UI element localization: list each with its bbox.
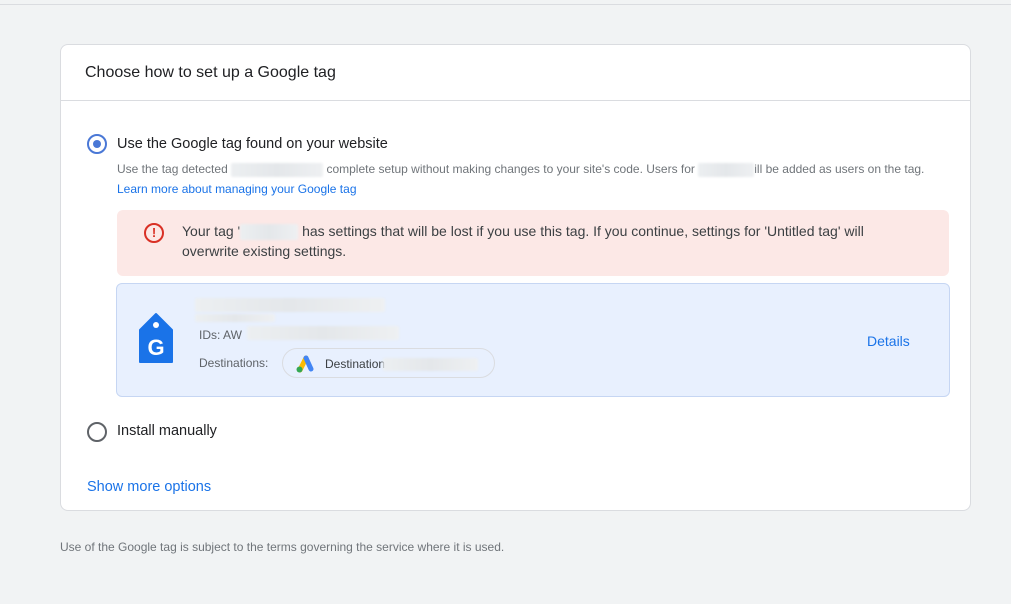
use-found-tag-label[interactable]: Use the Google tag found on your website bbox=[117, 136, 388, 152]
destinations-label: Destinations: bbox=[199, 356, 269, 370]
svg-text:G: G bbox=[147, 335, 164, 360]
redacted-tag-subtitle bbox=[195, 314, 275, 322]
google-ads-icon bbox=[295, 355, 315, 378]
redacted-account bbox=[698, 162, 755, 177]
details-link[interactable]: Details bbox=[867, 333, 910, 349]
alert-text-1: Your tag ' bbox=[182, 223, 241, 239]
desc-text-2: complete setup without making changes to… bbox=[326, 162, 695, 176]
redacted-tag-id bbox=[231, 162, 324, 177]
redacted-tag-title bbox=[195, 298, 385, 312]
install-manually-label[interactable]: Install manually bbox=[117, 423, 217, 439]
settings-warning-alert: ! Your tag ' has settings that will be l… bbox=[117, 210, 949, 276]
redacted-destination bbox=[383, 358, 478, 371]
tag-ids-label: IDs: AW bbox=[199, 328, 242, 342]
destination-chip[interactable]: Destination bbox=[282, 348, 495, 378]
install-manually-radio[interactable] bbox=[87, 422, 107, 442]
use-found-tag-radio[interactable] bbox=[87, 134, 107, 154]
show-more-options-link[interactable]: Show more options bbox=[87, 479, 211, 495]
google-tag-summary: G IDs: AW Destinations: Destination Deta… bbox=[116, 283, 950, 397]
redacted-tag-name bbox=[240, 224, 299, 241]
error-icon: ! bbox=[144, 223, 164, 243]
top-divider bbox=[0, 4, 1011, 5]
alert-message: Your tag ' has settings that will be los… bbox=[182, 221, 922, 261]
learn-more-link[interactable]: Learn more about managing your Google ta… bbox=[117, 182, 357, 196]
google-tag-icon: G bbox=[138, 312, 174, 369]
destination-chip-label: Destination bbox=[325, 357, 386, 371]
desc-text-3: ill be added as users on the tag. bbox=[754, 162, 925, 176]
option-description: Use the tag detected complete setup with… bbox=[117, 159, 947, 199]
card-title: Choose how to set up a Google tag bbox=[61, 45, 970, 101]
setup-card: Choose how to set up a Google tag Use th… bbox=[60, 44, 971, 511]
desc-text-1: Use the tag detected bbox=[117, 162, 228, 176]
redacted-tag-ids bbox=[247, 326, 399, 340]
terms-footer: Use of the Google tag is subject to the … bbox=[60, 540, 505, 554]
